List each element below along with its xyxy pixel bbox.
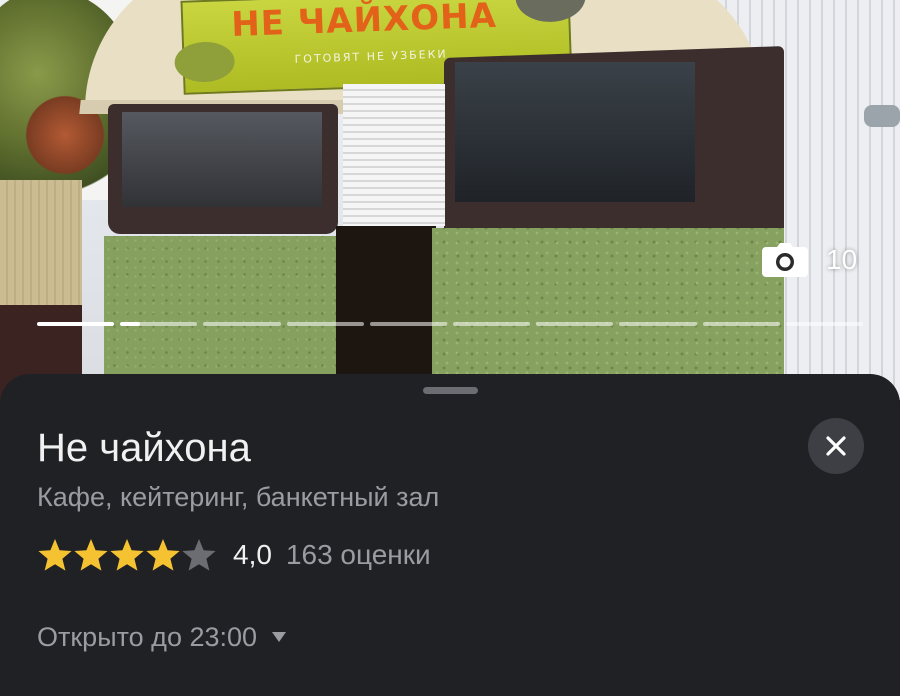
photo-progress-fill — [120, 322, 140, 326]
camera-icon — [762, 243, 808, 277]
sign-title: НЕ ЧАЙХОНА — [230, 0, 498, 46]
sign-subtitle: ГОТОВЯТ НЕ УЗБЕКИ — [294, 47, 448, 66]
star-icon — [146, 539, 180, 571]
photo-pipe — [864, 105, 900, 127]
photo-progress-segment — [369, 322, 448, 326]
hours-text: Открыто до 23:00 — [37, 621, 258, 652]
photo-progress-segment — [37, 322, 115, 326]
caret-down-icon — [272, 632, 287, 642]
photo-progress-segment — [286, 322, 364, 326]
place-title: Не чайхона — [37, 426, 251, 470]
opening-hours[interactable]: Открыто до 23:00 — [37, 617, 287, 657]
rating-row[interactable]: 4,0 163 оценки — [37, 534, 431, 576]
photo-progress — [37, 322, 864, 326]
star-icon — [182, 539, 216, 571]
photo-shutter — [343, 84, 445, 226]
photo-window-right — [455, 62, 695, 202]
star-icon — [110, 539, 144, 571]
star-icon — [74, 539, 108, 571]
photo-count-number: 10 — [826, 244, 858, 275]
rating-stars — [37, 538, 217, 572]
place-category: Кафе, кейтеринг, банкетный зал — [37, 482, 440, 512]
place-card-sheet[interactable]: Не чайхона Кафе, кейтеринг, банкетный за… — [0, 374, 900, 696]
star-icon — [38, 539, 72, 571]
photo-progress-segment — [120, 322, 198, 326]
close-button[interactable] — [808, 418, 864, 474]
rating-value: 4,0 — [233, 539, 272, 570]
photo-progress-fill — [37, 322, 115, 326]
photo-progress-segment — [785, 322, 864, 326]
photo-progress-segment — [702, 322, 780, 326]
close-icon — [826, 436, 846, 456]
photo-progress-segment — [453, 322, 531, 326]
place-photo[interactable]: НЕ ЧАЙХОНА ГОТОВЯТ НЕ УЗБЕКИ 10 — [0, 0, 900, 400]
photo-count[interactable]: 10 — [762, 240, 857, 280]
photo-window-left — [122, 112, 322, 207]
rating-count: 163 оценки — [285, 539, 431, 570]
photo-progress-segment — [203, 322, 281, 326]
photo-progress-segment — [536, 322, 614, 326]
sheet-drag-handle[interactable] — [423, 387, 478, 394]
photo-progress-segment — [619, 322, 697, 326]
sign-decoration — [173, 40, 236, 84]
